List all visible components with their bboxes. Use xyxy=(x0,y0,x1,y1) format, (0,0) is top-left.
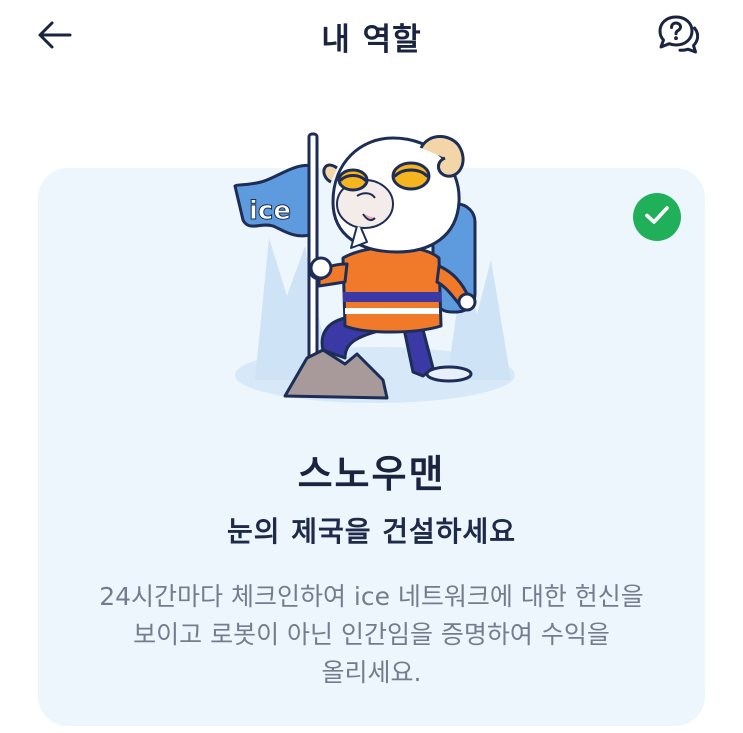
page-title: 내 역할 xyxy=(321,22,422,58)
top-bar: 내 역할 xyxy=(0,0,743,80)
check-icon xyxy=(644,204,670,230)
role-subtitle: 눈의 제국을 건설하세요 xyxy=(226,515,517,548)
help-chat-icon xyxy=(656,14,700,60)
snowman-mascot-illustration: ice xyxy=(225,118,525,408)
role-name: 스노우맨 xyxy=(297,452,446,496)
role-description: 24시간마다 체크인하여 ice 네트워크에 대한 헌신을 보이고 로봇이 아닌… xyxy=(99,582,644,687)
flag-label: ice xyxy=(249,196,291,226)
help-button[interactable] xyxy=(650,10,706,64)
selected-badge xyxy=(633,193,681,241)
